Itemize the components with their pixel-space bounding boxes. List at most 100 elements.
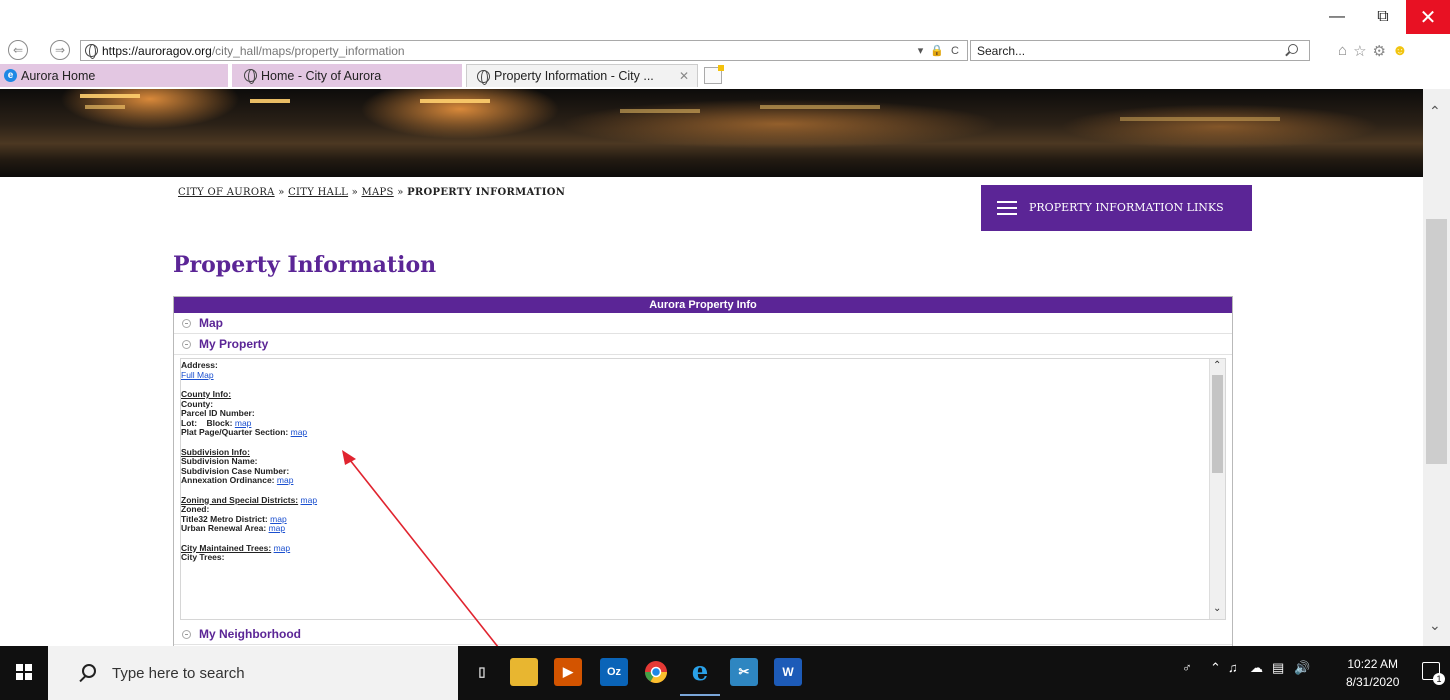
breadcrumb-city-of-aurora[interactable]: CITY OF AURORA	[178, 187, 275, 198]
tab-label: Home - City of Aurora	[261, 68, 382, 83]
details-scrollbar[interactable]: ⌃ ⌄	[1209, 359, 1225, 619]
network-icon[interactable]: ▤	[1272, 660, 1284, 676]
property-information-links-button[interactable]: PROPERTY INFORMATION LINKS	[981, 185, 1252, 231]
snipping-tool-icon[interactable]: ✂	[730, 658, 758, 686]
tab-property-information[interactable]: Property Information - City ... ✕	[466, 64, 698, 87]
home-icon[interactable]: ⌂	[1338, 42, 1347, 60]
smiley-feedback-icon[interactable]: ☻	[1392, 42, 1408, 60]
internet-explorer-icon[interactable]: e	[680, 657, 720, 696]
page-scrollbar[interactable]: ⌃ ⌄	[1423, 89, 1450, 646]
taskbar-search-placeholder: Type here to search	[112, 664, 245, 682]
links-button-label: PROPERTY INFORMATION LINKS	[1029, 201, 1224, 214]
globe-icon	[477, 69, 490, 85]
tab-label: Aurora Home	[21, 68, 96, 83]
address-section: Address: Full Map	[181, 360, 1225, 380]
word-icon[interactable]: W	[774, 658, 802, 686]
breadcrumb: CITY OF AURORA » CITY HALL » MAPS » PROP…	[178, 187, 565, 198]
breadcrumb-current: PROPERTY INFORMATION	[407, 187, 566, 198]
trees-map-link[interactable]: map	[274, 543, 291, 553]
county-info-heading: County Info:	[181, 389, 232, 399]
people-icon[interactable]: ♂	[1182, 660, 1192, 675]
trees-section: City Maintained Trees: map City Trees:	[181, 543, 1225, 563]
plat-page-label: Plat Page/Quarter Section:	[181, 427, 289, 437]
title32-label: Title32 Metro District:	[181, 513, 268, 524]
property-details-panel[interactable]: Address: Full Map County Info: County: P…	[180, 358, 1226, 620]
windows-taskbar: Type here to search ▯ ▶ Oz e ✂ W ♂ ⌃ ♫ ☁…	[0, 646, 1450, 700]
globe-icon	[85, 44, 98, 59]
accordion-label: My Neighborhood	[199, 627, 301, 641]
header-banner-image	[0, 89, 1423, 177]
scroll-down-icon[interactable]: ⌄	[1429, 617, 1441, 634]
annexation-label: Annexation Ordinance:	[181, 475, 275, 485]
address-bar[interactable]: https://auroragov.org/city_hall/maps/pro…	[80, 40, 968, 61]
network-adapter-icon[interactable]: ♫	[1228, 660, 1238, 675]
tab-home-city-of-aurora[interactable]: Home - City of Aurora	[232, 64, 462, 87]
zoned-label: Zoned:	[181, 504, 210, 514]
full-map-link[interactable]: Full Map	[181, 370, 214, 380]
accordion-my-neighborhood[interactable]: My Neighborhood	[174, 624, 1232, 645]
expand-icon	[182, 318, 191, 328]
zoning-section: Zoning and Special Districts: map Zoned:…	[181, 494, 1225, 534]
subdivision-case-label: Subdivision Case Number:	[181, 465, 290, 476]
scrollbar-thumb[interactable]	[1426, 219, 1447, 464]
forward-button[interactable]: ⇒	[50, 40, 70, 60]
onedrive-cloud-icon[interactable]: ☁	[1250, 660, 1263, 676]
close-tab-icon[interactable]: ✕	[679, 69, 689, 83]
file-explorer-icon[interactable]	[510, 658, 538, 686]
windows-start-icon[interactable]	[16, 664, 32, 680]
lock-refresh-icons[interactable]: ▾ 🔒 C	[918, 44, 961, 57]
tray-chevron-icon[interactable]: ⌃	[1210, 660, 1221, 676]
title32-map-link[interactable]: map	[270, 514, 287, 524]
address-label: Address:	[181, 360, 218, 370]
system-clock[interactable]: 10:22 AM 8/31/2020	[1346, 655, 1399, 691]
screen: — ⧉ ✕ ⇐ ⇒ https://auroragov.org/city_hal…	[0, 0, 1450, 700]
chrome-icon[interactable]	[642, 658, 670, 686]
scroll-up-icon[interactable]: ⌃	[1429, 103, 1441, 120]
new-tab-button[interactable]	[704, 65, 724, 84]
details-scroll-down-icon[interactable]: ⌄	[1213, 603, 1221, 614]
task-view-icon[interactable]: ▯	[468, 658, 496, 686]
details-scrollbar-thumb[interactable]	[1212, 375, 1223, 473]
breadcrumb-separator: »	[351, 187, 358, 198]
taskbar-search-box[interactable]: Type here to search	[48, 646, 458, 700]
search-input[interactable]: Search...	[970, 40, 1310, 61]
url-path: /city_hall/maps/property_information	[211, 43, 405, 58]
clock-time: 10:22 AM	[1347, 657, 1399, 671]
urban-renewal-map-link[interactable]: map	[269, 523, 286, 533]
city-trees-label: City Trees:	[181, 552, 225, 562]
subdivision-name-label: Subdivision Name:	[181, 456, 258, 466]
zoning-heading: Zoning and Special Districts:	[181, 494, 299, 505]
parcel-id-label: Parcel ID Number:	[181, 408, 255, 418]
details-scroll-up-icon[interactable]: ⌃	[1213, 360, 1221, 371]
restore-button[interactable]: ⧉	[1360, 0, 1406, 34]
lot-block-map-link[interactable]: map	[235, 418, 252, 428]
breadcrumb-city-hall[interactable]: CITY HALL	[288, 187, 348, 198]
address-row: ⇐ ⇒ https://auroragov.org/city_hall/maps…	[0, 38, 1450, 62]
close-button[interactable]: ✕	[1406, 0, 1450, 34]
plat-page-map-link[interactable]: map	[291, 427, 308, 437]
notification-icon[interactable]	[1422, 662, 1445, 685]
outlook-icon[interactable]: Oz	[600, 658, 628, 686]
annexation-map-link[interactable]: map	[277, 475, 294, 485]
favorites-star-icon[interactable]: ☆	[1353, 42, 1366, 60]
window-controls: — ⧉ ✕	[1314, 0, 1450, 38]
volume-icon[interactable]: 🔊	[1294, 660, 1310, 676]
minimize-button[interactable]: —	[1314, 0, 1360, 34]
back-button[interactable]: ⇐	[8, 40, 28, 60]
settings-gear-icon[interactable]: ⚙	[1373, 42, 1386, 60]
globe-icon	[244, 69, 257, 84]
media-player-icon[interactable]: ▶	[554, 658, 582, 686]
search-icon[interactable]	[1288, 44, 1298, 54]
tab-bar: e Aurora Home Home - City of Aurora Prop…	[0, 62, 1450, 87]
accordion-label: My Property	[199, 337, 269, 351]
county-label: County:	[181, 398, 214, 409]
accordion-map[interactable]: Map	[174, 313, 1232, 334]
county-info-section: County Info: County: Parcel ID Number: L…	[181, 389, 1225, 438]
accordion-my-property[interactable]: My Property	[174, 334, 1232, 355]
ie-icon: e	[4, 69, 17, 82]
breadcrumb-maps[interactable]: MAPS	[361, 187, 393, 198]
tab-aurora-home[interactable]: e Aurora Home	[0, 64, 228, 87]
hamburger-menu-icon	[997, 201, 1017, 215]
zoning-map-link[interactable]: map	[301, 495, 318, 505]
subdivision-info-heading: Subdivision Info:	[181, 446, 250, 457]
